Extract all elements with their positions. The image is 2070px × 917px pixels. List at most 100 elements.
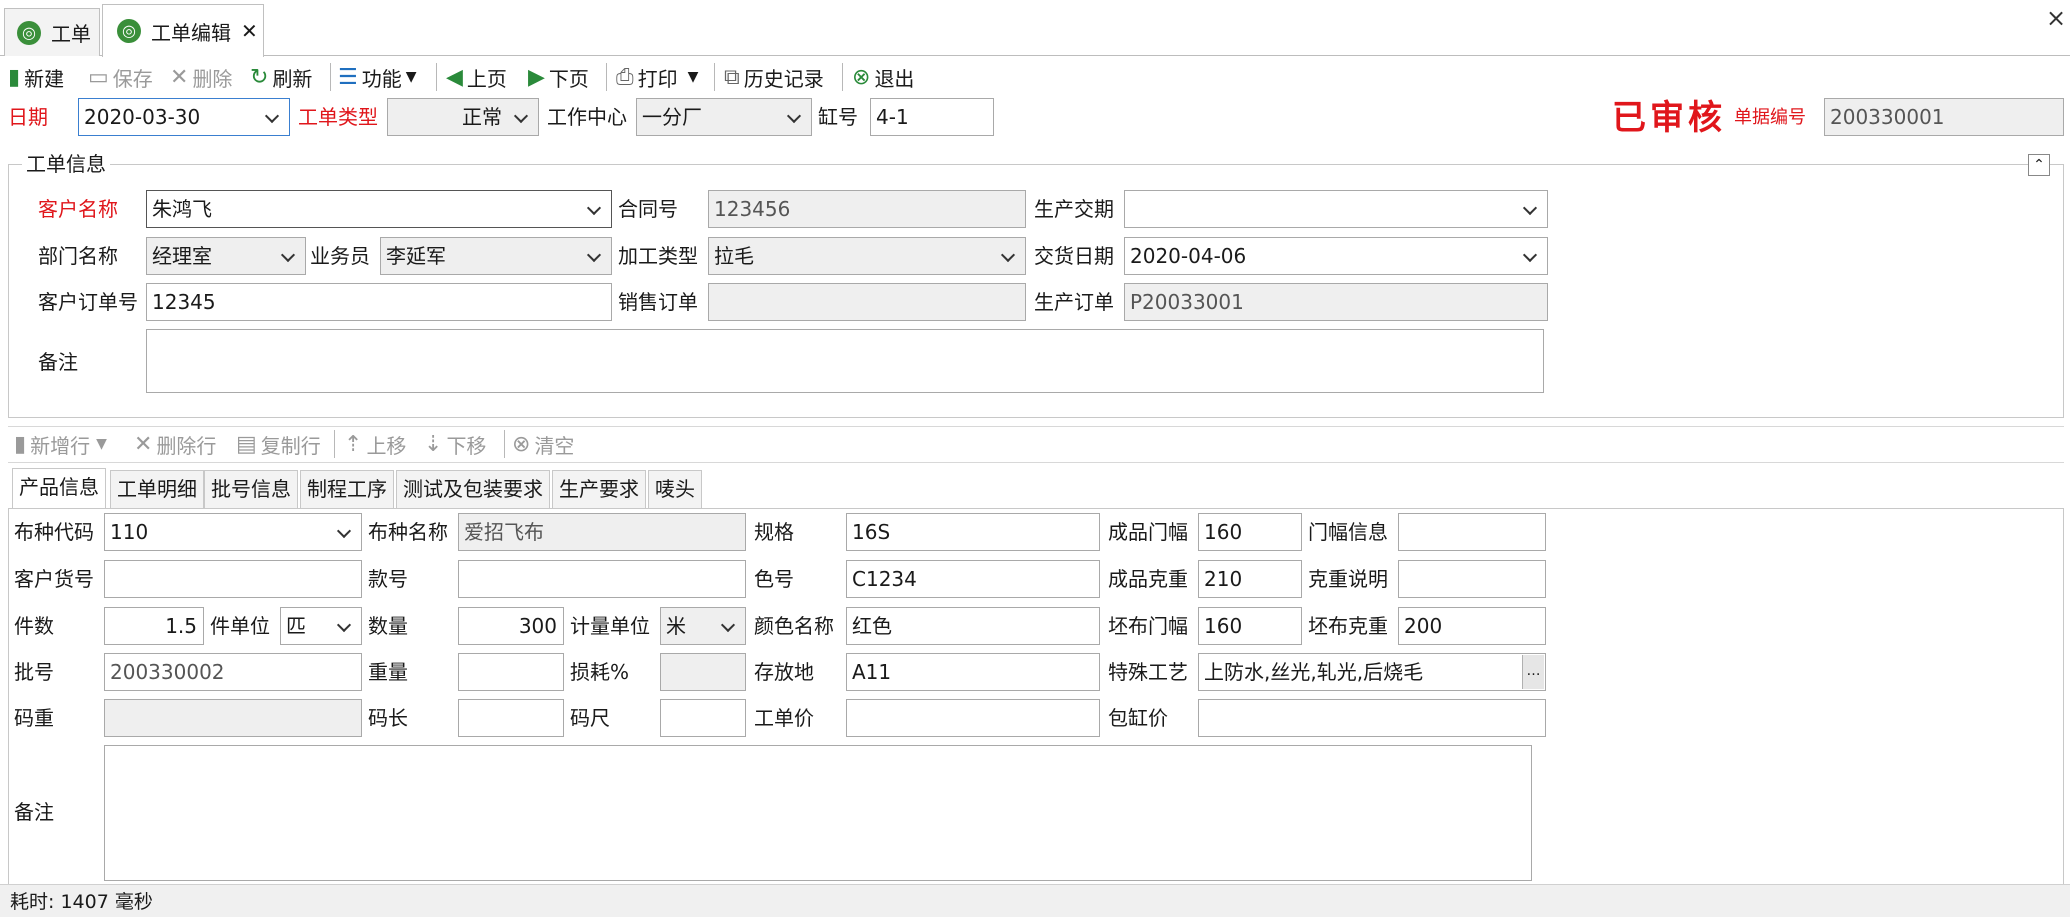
refresh-button[interactable]: ↻ 刷新 — [250, 62, 312, 92]
mass-field[interactable] — [458, 653, 564, 691]
clear-icon: ⊗ — [512, 431, 531, 457]
window-close-icon[interactable]: × — [2046, 4, 2066, 32]
weight-note-field[interactable] — [1398, 560, 1546, 598]
yard-size-field[interactable] — [660, 699, 746, 737]
copy-row-button[interactable]: ▤ 复制行 — [236, 429, 321, 459]
status-text: 耗时: 1407 毫秒 — [10, 891, 153, 913]
move-down-button[interactable]: ⇣ 下移 — [424, 429, 486, 459]
order-info-title: 工单信息 — [22, 152, 110, 176]
order-price-field[interactable] — [846, 699, 1100, 737]
contract-field[interactable]: 123456 — [708, 190, 1026, 228]
move-up-button[interactable]: ⇡ 上移 — [344, 429, 406, 459]
piece-unit-select[interactable]: 匹 — [280, 607, 362, 645]
toolbar-divider — [842, 63, 843, 91]
color-name-field[interactable]: 红色 — [846, 607, 1100, 645]
cust-order-label: 客户订单号 — [38, 290, 138, 314]
tab-lot-info[interactable]: 批号信息 — [204, 470, 298, 508]
fabric-name-field[interactable]: 爱招飞布 — [458, 513, 746, 551]
yard-size-label: 码尺 — [570, 706, 610, 730]
collapse-icon[interactable]: ⌃ — [2028, 154, 2050, 176]
loss-field[interactable] — [660, 653, 746, 691]
doc-number-field[interactable]: 200330001 — [1824, 98, 2064, 136]
next-page-button[interactable]: ▶ 下页 — [528, 62, 589, 92]
info-remark-field[interactable] — [146, 329, 1544, 393]
cargo-no-label: 客户货号 — [14, 567, 94, 591]
prev-page-button[interactable]: ◀ 上页 — [446, 62, 507, 92]
toolbar-divider — [714, 63, 715, 91]
history-button[interactable]: ⧉ 历史记录 — [724, 62, 824, 92]
lot-field[interactable]: 200330002 — [104, 653, 362, 691]
print-button[interactable]: ⎙ 打印 ▼ — [616, 62, 698, 92]
tab-strip — [0, 0, 2070, 56]
spec-label: 规格 — [754, 520, 794, 544]
weight-field[interactable]: 210 — [1198, 560, 1302, 598]
clear-button[interactable]: ⊗ 清空 — [512, 429, 574, 459]
tab-test-packing[interactable]: 测试及包装要求 — [396, 470, 550, 508]
width-info-label: 门幅信息 — [1308, 520, 1388, 544]
new-button[interactable]: ▮ 新建 — [8, 62, 64, 92]
product-remark-field[interactable] — [104, 745, 1532, 881]
yard-weight-field[interactable] — [104, 699, 362, 737]
cust-order-field[interactable]: 12345 — [146, 283, 612, 321]
exit-button[interactable]: ⊗ 退出 — [852, 62, 914, 92]
special-craft-field[interactable]: 上防水,丝光,轧光,后烧毛 — [1198, 653, 1546, 691]
yard-length-field[interactable] — [458, 699, 564, 737]
function-menu-button[interactable]: ☰ 功能 ▼ — [338, 62, 417, 92]
printer-icon: ⎙ — [616, 64, 634, 90]
sales-order-field[interactable] — [708, 283, 1026, 321]
order-type-select[interactable]: 正常 — [387, 98, 539, 136]
ellipsis-button[interactable]: … — [1522, 655, 1544, 689]
tab-order-detail[interactable]: 工单明细 — [110, 470, 204, 508]
tab-gongdan[interactable]: ◎ 工单 — [4, 8, 100, 56]
work-center-select[interactable]: 一分厂 — [636, 98, 812, 136]
vat-field[interactable]: 4-1 — [870, 98, 994, 136]
salesman-select[interactable]: 李延军 — [380, 237, 612, 275]
delete-icon: ✕ — [134, 431, 153, 457]
greige-weight-label: 坯布克重 — [1308, 614, 1388, 638]
tab-prod-requirement[interactable]: 生产要求 — [552, 470, 646, 508]
measure-unit-select[interactable]: 米 — [660, 607, 746, 645]
tab-shipping-mark[interactable]: 唛头 — [648, 470, 702, 508]
save-button[interactable]: ▭ 保存 — [88, 62, 153, 92]
customer-select[interactable]: 朱鸿飞 — [146, 190, 612, 228]
prod-order-field[interactable]: P20033001 — [1124, 283, 1548, 321]
product-remark-label: 备注 — [14, 800, 54, 824]
delete-row-button[interactable]: ✕ 删除行 — [134, 429, 216, 459]
vat-price-field[interactable] — [1198, 699, 1546, 737]
quantity-label: 数量 — [368, 614, 408, 638]
refresh-icon: ↻ — [250, 64, 269, 90]
greige-weight-field[interactable]: 200 — [1398, 607, 1546, 645]
yard-length-label: 码长 — [368, 706, 408, 730]
dropdown-arrow-icon: ▼ — [405, 69, 417, 85]
width-info-field[interactable] — [1398, 513, 1546, 551]
fabric-code-label: 布种代码 — [14, 520, 94, 544]
row-toolbar-divider — [8, 426, 2064, 427]
spec-field[interactable]: 16S — [846, 513, 1100, 551]
add-row-button[interactable]: ▮ 新增行 ▼ — [14, 429, 107, 459]
delete-button[interactable]: ✕ 删除 — [170, 62, 232, 92]
toolbar-divider — [606, 63, 607, 91]
greige-width-field[interactable]: 160 — [1198, 607, 1302, 645]
tab-process[interactable]: 制程工序 — [300, 470, 394, 508]
color-name-label: 颜色名称 — [754, 614, 834, 638]
storage-field[interactable]: A11 — [846, 653, 1100, 691]
date-field[interactable]: 2020-03-30 — [78, 98, 290, 136]
pieces-field[interactable]: 1.5 — [104, 607, 204, 645]
process-type-select[interactable]: 拉毛 — [708, 237, 1026, 275]
tab-product-info[interactable]: 产品信息 — [12, 468, 106, 508]
cargo-no-field[interactable] — [104, 560, 362, 598]
delivery-date-select[interactable]: 2020-04-06 — [1124, 237, 1548, 275]
order-type-label: 工单类型 — [298, 105, 378, 129]
prod-due-select[interactable] — [1124, 190, 1548, 228]
tab-close-icon[interactable]: ✕ — [241, 19, 258, 43]
dept-select[interactable]: 经理室 — [146, 237, 306, 275]
contract-label: 合同号 — [618, 197, 678, 221]
right-arrow-icon: ▶ — [528, 64, 545, 90]
up-icon: ⇡ — [344, 431, 363, 457]
tab-gongdan-edit[interactable]: ◎ 工单编辑 ✕ — [102, 4, 264, 57]
style-no-field[interactable] — [458, 560, 746, 598]
width-field[interactable]: 160 — [1198, 513, 1302, 551]
color-no-field[interactable]: C1234 — [846, 560, 1100, 598]
quantity-field[interactable]: 300 — [458, 607, 564, 645]
fabric-code-select[interactable]: 110 — [104, 513, 362, 551]
